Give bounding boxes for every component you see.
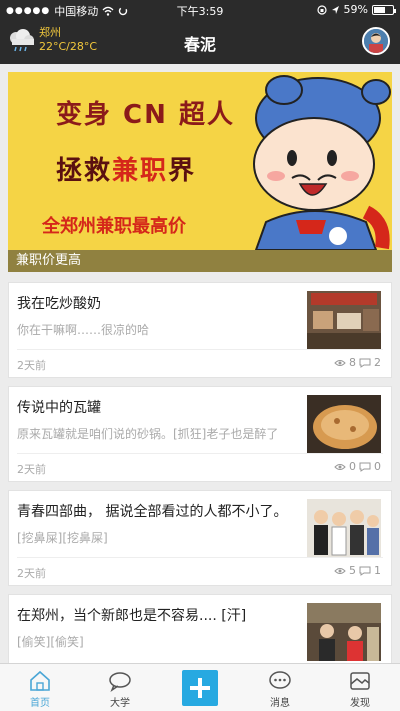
banner-line2-highlight: 兼职	[112, 156, 169, 186]
feed-card-title: 我在吃炒酸奶	[17, 296, 101, 312]
feed-card-subtitle: 原来瓦罐就是咱们说的砂锅。[抓狂]老子也是醉了	[17, 427, 279, 441]
feed-card-time: 2天前	[17, 567, 46, 580]
add-post-button[interactable]	[182, 670, 218, 706]
page-title: 春泥	[183, 35, 216, 54]
tab-label: 发现	[350, 698, 370, 709]
banner-headline: 变身 CN 超人	[56, 100, 235, 130]
feed-card-title: 传说中的瓦罐	[17, 400, 101, 416]
avatar-image	[364, 29, 388, 53]
banner-tagline: 全郑州兼职最高价	[42, 216, 186, 237]
feed-card-time: 2天前	[17, 359, 46, 372]
feed-card-title: 在郑州，当个新郎也是不容易.... [汗]	[17, 608, 247, 624]
feed-card-thumbnail	[307, 395, 381, 453]
divider	[17, 453, 383, 454]
feed-card-subtitle: 你在干嘛啊……很凉的哈	[17, 323, 150, 337]
divider	[17, 557, 383, 558]
comment-icon	[359, 566, 371, 576]
tab-bar: 首页 大学 消息 发现	[0, 663, 400, 711]
comment-count: 1	[374, 564, 381, 577]
eye-icon	[334, 359, 346, 366]
comment-count: 0	[374, 460, 381, 473]
feed-card-stats: 5 1	[334, 564, 381, 577]
battery-percent: 59%	[343, 3, 368, 16]
app-header: 郑州 22°C/28°C 春泥	[0, 20, 400, 64]
tab-discover[interactable]: 发现	[320, 664, 400, 711]
feed-card[interactable]: 青春四部曲， 据说全部看过的人都不小了。 [挖鼻屎][挖鼻屎] 2天前 5 1	[8, 490, 392, 586]
feed-card[interactable]: 我在吃炒酸奶 你在干嘛啊……很凉的哈 2天前 8 2	[8, 282, 392, 378]
banner-subheadline: 拯救兼职界	[56, 150, 196, 187]
feed-card-subtitle: [偷笑][偷笑]	[17, 635, 84, 649]
feed-card-thumbnail	[307, 291, 381, 349]
tab-label: 消息	[270, 698, 290, 709]
comment-icon	[359, 462, 371, 472]
tab-label: 大学	[110, 698, 130, 709]
feed-card-thumbnail	[307, 603, 381, 661]
feed-card-thumbnail	[307, 499, 381, 557]
view-count: 8	[349, 356, 356, 369]
banner-line2-prefix: 拯救	[56, 156, 113, 186]
tab-university[interactable]: 大学	[80, 664, 160, 711]
message-icon	[269, 671, 291, 689]
promo-banner[interactable]: 变身 CN 超人 拯救兼职界 全郑州兼职最高价 兼职价更高	[8, 72, 392, 272]
feed-card[interactable]: 传说中的瓦罐 原来瓦罐就是咱们说的砂锅。[抓狂]老子也是醉了 2天前 0 0	[8, 386, 392, 482]
view-count: 5	[349, 564, 356, 577]
battery-fill	[374, 6, 385, 13]
avatar[interactable]	[362, 27, 390, 55]
chat-bubble-icon	[109, 672, 131, 692]
battery-icon	[372, 4, 396, 15]
comment-icon	[359, 358, 371, 368]
tab-home[interactable]: 首页	[0, 664, 80, 711]
tab-messages[interactable]: 消息	[240, 664, 320, 711]
mascot-illustration	[253, 75, 391, 250]
banner-line2-suffix: 界	[168, 156, 197, 186]
eye-icon	[334, 463, 346, 470]
tab-label: 首页	[30, 698, 50, 709]
banner-caption: 兼职价更高	[8, 250, 392, 272]
feed-card-subtitle: [挖鼻屎][挖鼻屎]	[17, 531, 108, 545]
feed-card-title: 青春四部曲， 据说全部看过的人都不小了。	[17, 504, 288, 520]
location-icon	[331, 5, 339, 14]
comment-count: 2	[374, 356, 381, 369]
discover-icon	[350, 672, 370, 690]
divider	[17, 349, 383, 350]
feed-card-stats: 8 2	[334, 356, 381, 369]
status-bar: ●●●●● 中国移动 下午3:59 59%	[0, 0, 400, 20]
eye-icon	[334, 567, 346, 574]
lock-rotation-icon	[316, 4, 327, 15]
feed-card-time: 2天前	[17, 463, 46, 476]
home-icon	[30, 670, 50, 691]
feed-card-stats: 0 0	[334, 460, 381, 473]
view-count: 0	[349, 460, 356, 473]
